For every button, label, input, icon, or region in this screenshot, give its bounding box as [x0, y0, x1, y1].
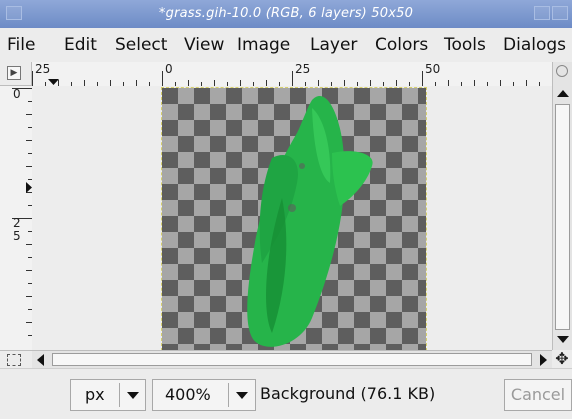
menu-layer[interactable]: Layer	[310, 35, 357, 55]
menu-file[interactable]: File	[7, 35, 35, 55]
quick-mask-icon	[7, 354, 21, 366]
menu-bar: File Edit Select View Image Layer Colors…	[0, 28, 572, 63]
horizontal-ruler[interactable]: 25 0 25 50	[32, 62, 552, 87]
vertical-scrollbar[interactable]	[552, 62, 572, 350]
title-bar: *grass.gih-10.0 (RGB, 6 layers) 50x50	[0, 0, 572, 28]
quick-mask-toggle[interactable]	[0, 350, 32, 368]
grass-brush-image	[247, 95, 373, 347]
canvas-area[interactable]	[32, 86, 552, 350]
menu-view[interactable]: View	[184, 35, 224, 55]
ruler-label-50: 50	[425, 62, 441, 76]
status-bar: px 400% Background (76.1 KB) Cancel	[0, 368, 572, 419]
ruler-label-neg25: 25	[35, 62, 51, 76]
ruler-ticks-h	[32, 71, 540, 86]
layer-info: Background (76.1 KB)	[260, 384, 436, 403]
ruler-v-label-5: 5	[13, 229, 21, 243]
menu-colors[interactable]: Colors	[375, 35, 428, 55]
ruler-label-0: 0	[165, 62, 173, 76]
menu-arrow-icon[interactable]: ▶	[7, 66, 21, 80]
horizontal-scrollbar[interactable]	[32, 350, 552, 368]
ruler-v-label-2: 2	[13, 216, 21, 230]
pointer-marker-icon	[48, 79, 59, 85]
menu-image[interactable]: Image	[237, 35, 290, 55]
scroll-left-icon[interactable]	[37, 354, 44, 366]
menu-tools[interactable]: Tools	[444, 35, 486, 55]
scroll-up-icon[interactable]	[557, 90, 569, 97]
zoom-selector[interactable]: 400%	[152, 379, 256, 411]
vertical-scroll-thumb[interactable]	[555, 104, 570, 330]
ruler-v-label-0: 0	[13, 87, 21, 101]
maximize-icon[interactable]	[534, 6, 550, 20]
zoom-fit-icon[interactable]	[556, 65, 568, 77]
zoom-dropdown-icon[interactable]	[236, 392, 248, 399]
navigate-icon[interactable]: ✥	[552, 350, 572, 368]
zoom-value[interactable]: 400%	[165, 380, 211, 410]
ruler-label-25: 25	[295, 62, 311, 76]
menu-dialogs[interactable]: Dialogs	[503, 35, 566, 55]
vertical-ruler[interactable]: 0 2 5	[0, 86, 33, 350]
cancel-button[interactable]: Cancel	[504, 379, 572, 411]
close-icon[interactable]	[552, 6, 568, 20]
window-title: *grass.gih-10.0 (RGB, 6 layers) 50x50	[158, 6, 414, 21]
horizontal-scroll-thumb[interactable]	[52, 353, 532, 366]
menu-select[interactable]: Select	[115, 35, 167, 55]
unit-selector[interactable]: px	[70, 379, 146, 411]
menu-edit[interactable]: Edit	[64, 35, 97, 55]
scroll-right-icon[interactable]	[540, 354, 547, 366]
ruler-corner: ▶	[0, 62, 32, 86]
scroll-down-icon[interactable]	[557, 336, 569, 343]
unit-value: px	[85, 385, 105, 404]
layer-info-box: Background (76.1 KB)	[258, 379, 500, 411]
image-canvas[interactable]	[161, 87, 427, 350]
unit-dropdown-icon[interactable]	[127, 392, 139, 399]
